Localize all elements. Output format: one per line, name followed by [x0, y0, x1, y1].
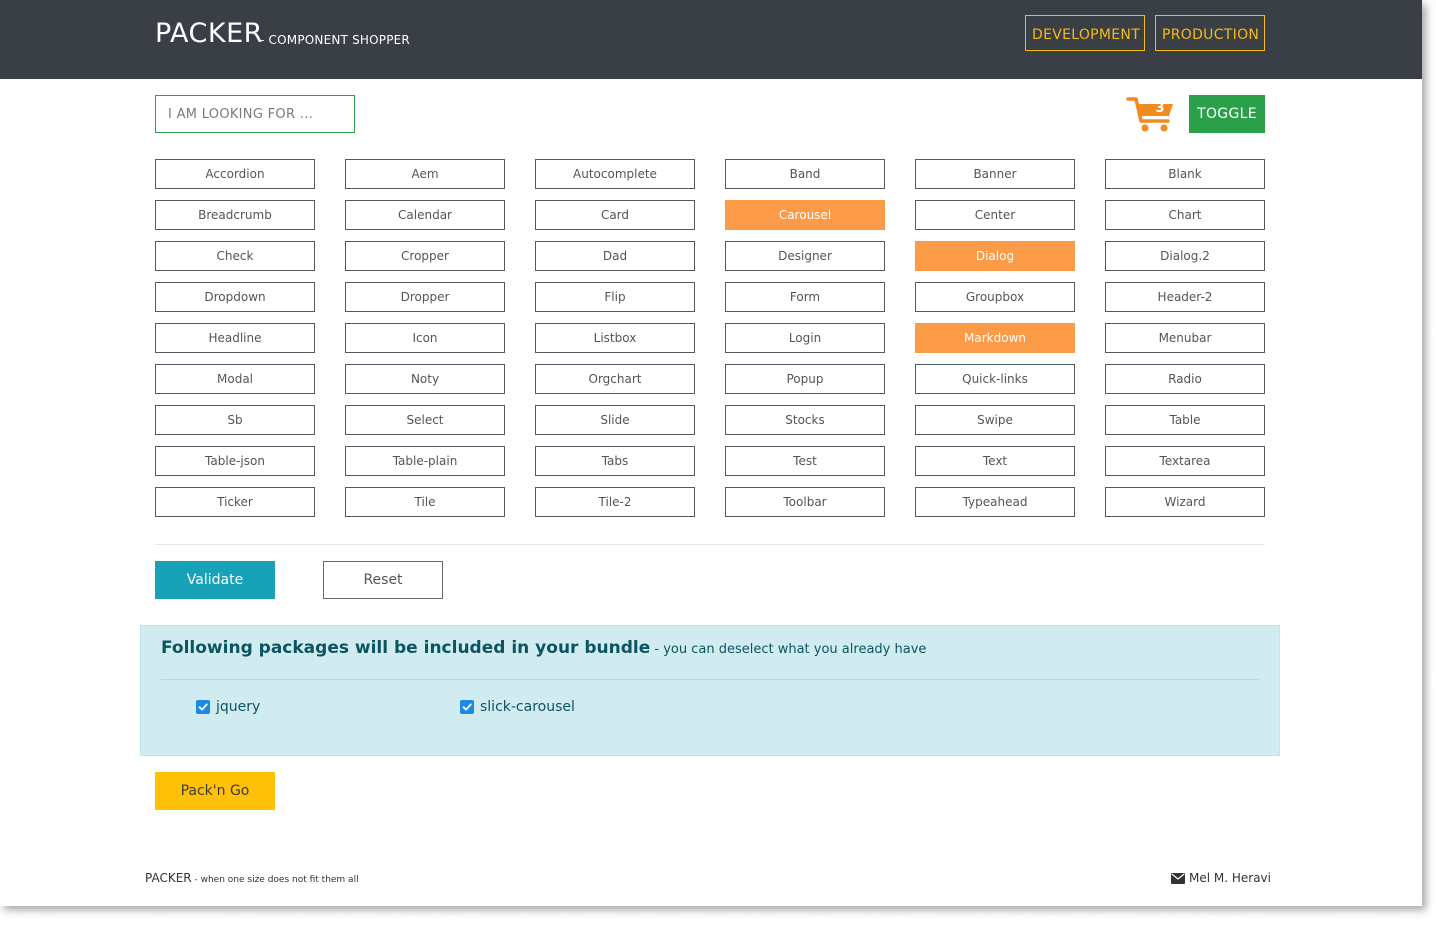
footer-brand: PACKER [145, 871, 192, 885]
checkbox-checked-icon[interactable] [460, 700, 474, 714]
component-tile[interactable]: Tile [345, 487, 505, 517]
validate-button[interactable]: Validate [155, 561, 275, 599]
component-headline[interactable]: Headline [155, 323, 315, 353]
component-test[interactable]: Test [725, 446, 885, 476]
footer-tagline: PACKER - when one size does not fit them… [145, 871, 359, 885]
pack-and-go-button[interactable]: Pack'n Go [155, 772, 275, 810]
component-radio[interactable]: Radio [1105, 364, 1265, 394]
component-dropper[interactable]: Dropper [345, 282, 505, 312]
package-label: slick-carousel [480, 699, 575, 715]
component-wizard[interactable]: Wizard [1105, 487, 1265, 517]
cart-count-badge: 3 [1151, 101, 1169, 116]
component-groupbox[interactable]: Groupbox [915, 282, 1075, 312]
bundle-panel: Following packages will be included in y… [140, 625, 1280, 756]
component-form[interactable]: Form [725, 282, 885, 312]
package-slick-carousel[interactable]: slick-carousel [460, 699, 575, 715]
component-center[interactable]: Center [915, 200, 1075, 230]
component-aem[interactable]: Aem [345, 159, 505, 189]
component-autocomplete[interactable]: Autocomplete [535, 159, 695, 189]
bundle-title-text: Following packages will be included in y… [161, 638, 650, 658]
checkbox-checked-icon[interactable] [196, 700, 210, 714]
brand-subtitle: - COMPONENT SHOPPER [260, 33, 410, 47]
component-banner[interactable]: Banner [915, 159, 1075, 189]
component-blank[interactable]: Blank [1105, 159, 1265, 189]
component-slide[interactable]: Slide [535, 405, 695, 435]
envelope-icon [1171, 873, 1185, 884]
component-card[interactable]: Card [535, 200, 695, 230]
component-dialog-2[interactable]: Dialog.2 [1105, 241, 1265, 271]
bundle-divider [161, 679, 1259, 680]
component-swipe[interactable]: Swipe [915, 405, 1075, 435]
component-markdown[interactable]: Markdown [915, 323, 1075, 353]
component-noty[interactable]: Noty [345, 364, 505, 394]
toggle-button[interactable]: TOGGLE [1189, 95, 1265, 133]
component-textarea[interactable]: Textarea [1105, 446, 1265, 476]
component-table-plain[interactable]: Table-plain [345, 446, 505, 476]
component-sb[interactable]: Sb [155, 405, 315, 435]
component-table[interactable]: Table [1105, 405, 1265, 435]
component-flip[interactable]: Flip [535, 282, 695, 312]
package-jquery[interactable]: jquery [196, 699, 260, 715]
section-divider [155, 544, 1265, 545]
component-chart[interactable]: Chart [1105, 200, 1265, 230]
torn-edge-right [1422, 0, 1436, 920]
component-dad[interactable]: Dad [535, 241, 695, 271]
component-icon[interactable]: Icon [345, 323, 505, 353]
app-window: PACKER - COMPONENT SHOPPER DEVELOPMENT P… [0, 0, 1422, 906]
component-grid: Accordion Aem Autocomplete Band Banner Blank B… [155, 159, 1265, 517]
component-header-2[interactable]: Header-2 [1105, 282, 1265, 312]
component-cropper[interactable]: Cropper [345, 241, 505, 271]
component-ticker[interactable]: Ticker [155, 487, 315, 517]
component-menubar[interactable]: Menubar [1105, 323, 1265, 353]
bundle-title: Following packages will be included in y… [161, 638, 926, 658]
torn-edge-bottom [0, 906, 1436, 934]
component-typeahead[interactable]: Typeahead [915, 487, 1075, 517]
component-orgchart[interactable]: Orgchart [535, 364, 695, 394]
search-input[interactable] [155, 95, 355, 133]
component-carousel[interactable]: Carousel [725, 200, 885, 230]
footer-tagline-text: - when one size does not fit them all [192, 875, 359, 885]
component-listbox[interactable]: Listbox [535, 323, 695, 353]
package-label: jquery [216, 699, 260, 715]
brand-title: PACKER [155, 18, 263, 49]
component-toolbar[interactable]: Toolbar [725, 487, 885, 517]
reset-button[interactable]: Reset [323, 561, 443, 599]
component-tabs[interactable]: Tabs [535, 446, 695, 476]
component-dialog[interactable]: Dialog [915, 241, 1075, 271]
production-button[interactable]: PRODUCTION [1155, 15, 1265, 51]
component-accordion[interactable]: Accordion [155, 159, 315, 189]
component-text[interactable]: Text [915, 446, 1075, 476]
component-tile-2[interactable]: Tile-2 [535, 487, 695, 517]
component-login[interactable]: Login [725, 323, 885, 353]
component-stocks[interactable]: Stocks [725, 405, 885, 435]
component-band[interactable]: Band [725, 159, 885, 189]
author-name: Mel M. Heravi [1189, 871, 1271, 885]
component-modal[interactable]: Modal [155, 364, 315, 394]
component-quick-links[interactable]: Quick-links [915, 364, 1075, 394]
component-select[interactable]: Select [345, 405, 505, 435]
component-table-json[interactable]: Table-json [155, 446, 315, 476]
component-calendar[interactable]: Calendar [345, 200, 505, 230]
component-designer[interactable]: Designer [725, 241, 885, 271]
development-button[interactable]: DEVELOPMENT [1025, 15, 1145, 51]
component-breadcrumb[interactable]: Breadcrumb [155, 200, 315, 230]
top-header: PACKER - COMPONENT SHOPPER DEVELOPMENT P… [0, 0, 1422, 79]
bundle-subtitle: - you can deselect what you already have [650, 642, 926, 657]
component-check[interactable]: Check [155, 241, 315, 271]
component-dropdown[interactable]: Dropdown [155, 282, 315, 312]
footer-author[interactable]: Mel M. Heravi [1171, 871, 1271, 885]
component-popup[interactable]: Popup [725, 364, 885, 394]
